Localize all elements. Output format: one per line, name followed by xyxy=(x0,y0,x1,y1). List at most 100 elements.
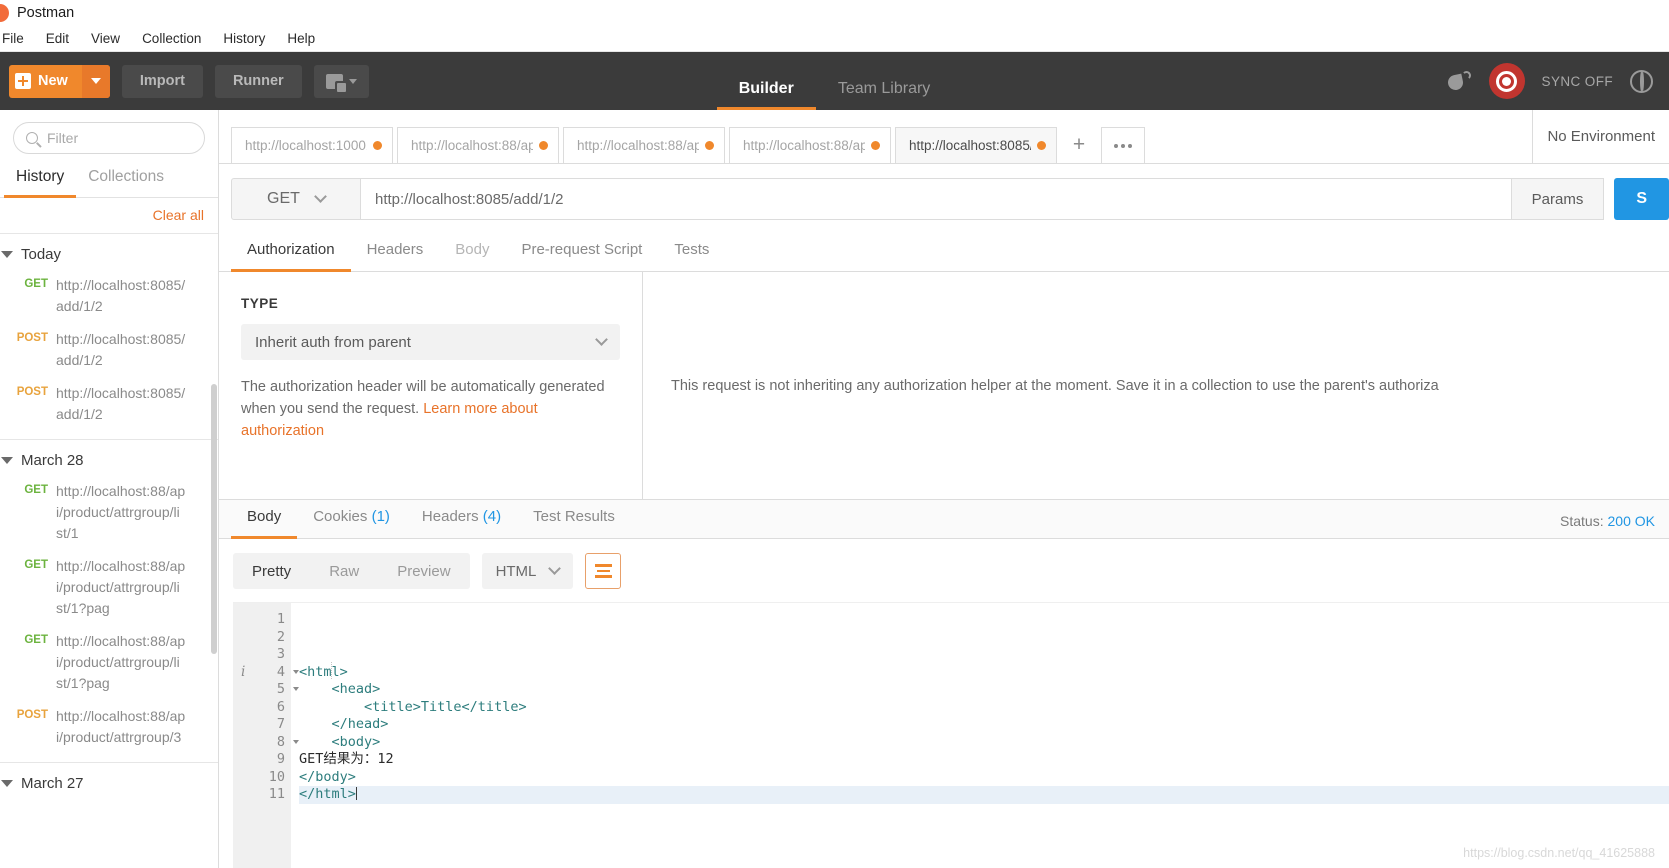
params-button[interactable]: Params xyxy=(1511,178,1605,220)
line-number: i 4 xyxy=(233,664,299,682)
method-badge: POST xyxy=(16,332,48,344)
ellipsis-icon[interactable] xyxy=(1101,127,1145,163)
line-number-value: 5 xyxy=(276,681,285,697)
request-tab[interactable]: http://localhost:88/ap xyxy=(397,127,559,163)
status-badge: Status: 200 OK xyxy=(1546,513,1669,538)
request-tab-label: http://localhost:10001 xyxy=(245,138,367,153)
tab-team-library[interactable]: Team Library xyxy=(816,80,952,110)
list-item[interactable]: POST http://localhost:88/api/product/att… xyxy=(0,702,218,756)
headers-count: (4) xyxy=(482,508,502,525)
history-group-march-27[interactable]: March 27 xyxy=(0,763,218,800)
language-select[interactable]: HTML xyxy=(481,553,574,589)
response-body-viewer[interactable]: 1 2 3 i 4 5 6 7 8 9 10 11 <html> <head> … xyxy=(233,602,1669,868)
new-window-button[interactable] xyxy=(313,64,369,98)
tab-pre-request-script[interactable]: Pre-request Script xyxy=(505,233,658,272)
line-number: 2 xyxy=(276,628,285,645)
tab-label: Body xyxy=(247,508,282,525)
menu-item-edit[interactable]: Edit xyxy=(35,31,80,46)
menu-item-file[interactable]: File xyxy=(0,31,35,46)
tab-response-cookies[interactable]: Cookies (1) xyxy=(297,500,406,539)
tab-tests[interactable]: Tests xyxy=(658,233,725,272)
runner-button[interactable]: Runner xyxy=(214,64,302,98)
history-group-march-28[interactable]: March 28 xyxy=(0,440,218,477)
method-badge: POST xyxy=(16,386,48,398)
line-number: 11 xyxy=(268,786,285,802)
tab-builder[interactable]: Builder xyxy=(716,80,816,110)
list-item[interactable]: POST http://localhost:8085/add/1/2 xyxy=(0,379,218,433)
clear-all-button[interactable]: Clear all xyxy=(153,207,204,223)
tab-response-body[interactable]: Body xyxy=(231,500,298,539)
import-button[interactable]: Import xyxy=(121,64,203,98)
history-group-today[interactable]: Today xyxy=(0,234,218,271)
menu-bar: File Edit View Collection History Help xyxy=(0,26,1669,52)
chevron-down-icon xyxy=(595,333,608,346)
chevron-down-icon xyxy=(348,78,357,84)
add-tab-button[interactable]: + xyxy=(1061,127,1097,163)
auth-type-select[interactable]: Inherit auth from parent xyxy=(241,324,620,360)
search-icon xyxy=(26,132,38,144)
history-url: http://localhost:8085/add/1/2 xyxy=(56,331,186,368)
chevron-down-icon xyxy=(1,251,13,258)
line-number-gutter: 1 2 3 i 4 5 6 7 8 9 10 11 xyxy=(233,603,299,868)
search-input-placeholder: Filter xyxy=(47,130,79,146)
filter-row: Filter xyxy=(0,110,218,162)
chevron-down-icon xyxy=(548,562,562,575)
sidebar-tab-history[interactable]: History xyxy=(4,162,77,198)
format-preview[interactable]: Preview xyxy=(378,563,469,580)
satellite-icon[interactable] xyxy=(1446,70,1472,92)
request-tabs-bar: http://localhost:10001 http://localhost:… xyxy=(219,110,1669,164)
code-line-active: </html> xyxy=(299,786,1669,804)
list-item[interactable]: GET http://localhost:88/api/product/attr… xyxy=(0,552,218,627)
list-item[interactable]: POST http://localhost:8085/add/1/2 xyxy=(0,325,218,379)
request-tab-active[interactable]: http://localhost:8085/ xyxy=(895,127,1057,163)
unsaved-dot-icon xyxy=(871,141,880,150)
history-group-label: March 27 xyxy=(21,775,84,792)
new-dropdown-button[interactable] xyxy=(81,64,110,98)
line-number: 7 xyxy=(276,716,285,732)
line-number: 1 xyxy=(276,611,285,627)
list-item[interactable]: GET http://localhost:8085/add/1/2 xyxy=(0,271,218,325)
new-button[interactable]: New xyxy=(9,64,110,98)
globe-icon[interactable] xyxy=(1630,69,1653,93)
sidebar-scrollbar[interactable] xyxy=(211,384,217,654)
format-pretty[interactable]: Pretty xyxy=(233,563,310,580)
history-url: http://localhost:88/api/product/attrgrou… xyxy=(56,708,186,745)
request-tab[interactable]: http://localhost:88/ap xyxy=(729,127,891,163)
url-input[interactable]: http://localhost:8085/add/1/2 xyxy=(361,178,1512,220)
history-list: Today GET http://localhost:8085/add/1/2 … xyxy=(0,234,218,868)
tab-test-results[interactable]: Test Results xyxy=(517,500,631,539)
menu-item-view[interactable]: View xyxy=(80,31,131,46)
format-raw[interactable]: Raw xyxy=(310,563,378,580)
menu-item-collection[interactable]: Collection xyxy=(131,31,212,46)
history-group-label: March 28 xyxy=(21,452,84,469)
tab-authorization[interactable]: Authorization xyxy=(231,233,351,272)
method-label: GET xyxy=(267,190,300,207)
list-item[interactable]: GET http://localhost:88/api/product/attr… xyxy=(0,477,218,552)
line-number-value: 8 xyxy=(276,733,285,750)
chevron-down-icon xyxy=(1,780,13,787)
request-tab[interactable]: http://localhost:88/ap xyxy=(563,127,725,163)
tab-body[interactable]: Body xyxy=(439,233,505,272)
send-button[interactable]: S xyxy=(1614,178,1669,220)
line-number: 5 xyxy=(233,681,299,699)
request-tab[interactable]: http://localhost:10001 xyxy=(231,127,393,163)
cookies-count: (1) xyxy=(371,508,390,525)
format-toggle-group: Pretty Raw Preview xyxy=(233,553,470,589)
search-input[interactable]: Filter xyxy=(13,122,205,154)
text-cursor xyxy=(355,787,357,800)
app-title: Postman xyxy=(17,5,75,21)
list-item[interactable]: GET http://localhost:88/api/product/attr… xyxy=(0,627,218,702)
environment-selector[interactable]: No Environment xyxy=(1532,110,1669,163)
word-wrap-icon[interactable] xyxy=(585,553,622,589)
sidebar-tab-collections[interactable]: Collections xyxy=(76,162,176,198)
method-select[interactable]: GET xyxy=(231,178,361,220)
auth-note: The authorization header will be automat… xyxy=(241,376,620,442)
code-content[interactable]: <html> <head> <title>Title</title> </hea… xyxy=(291,603,1669,868)
sidebar-tabs: History Collections xyxy=(0,162,218,198)
sync-status-icon[interactable] xyxy=(1488,63,1525,99)
tab-headers[interactable]: Headers xyxy=(351,233,440,272)
menu-item-help[interactable]: Help xyxy=(276,31,326,46)
menu-item-history[interactable]: History xyxy=(212,31,276,46)
tab-response-headers[interactable]: Headers (4) xyxy=(406,500,517,539)
title-bar: Postman xyxy=(0,0,1669,26)
